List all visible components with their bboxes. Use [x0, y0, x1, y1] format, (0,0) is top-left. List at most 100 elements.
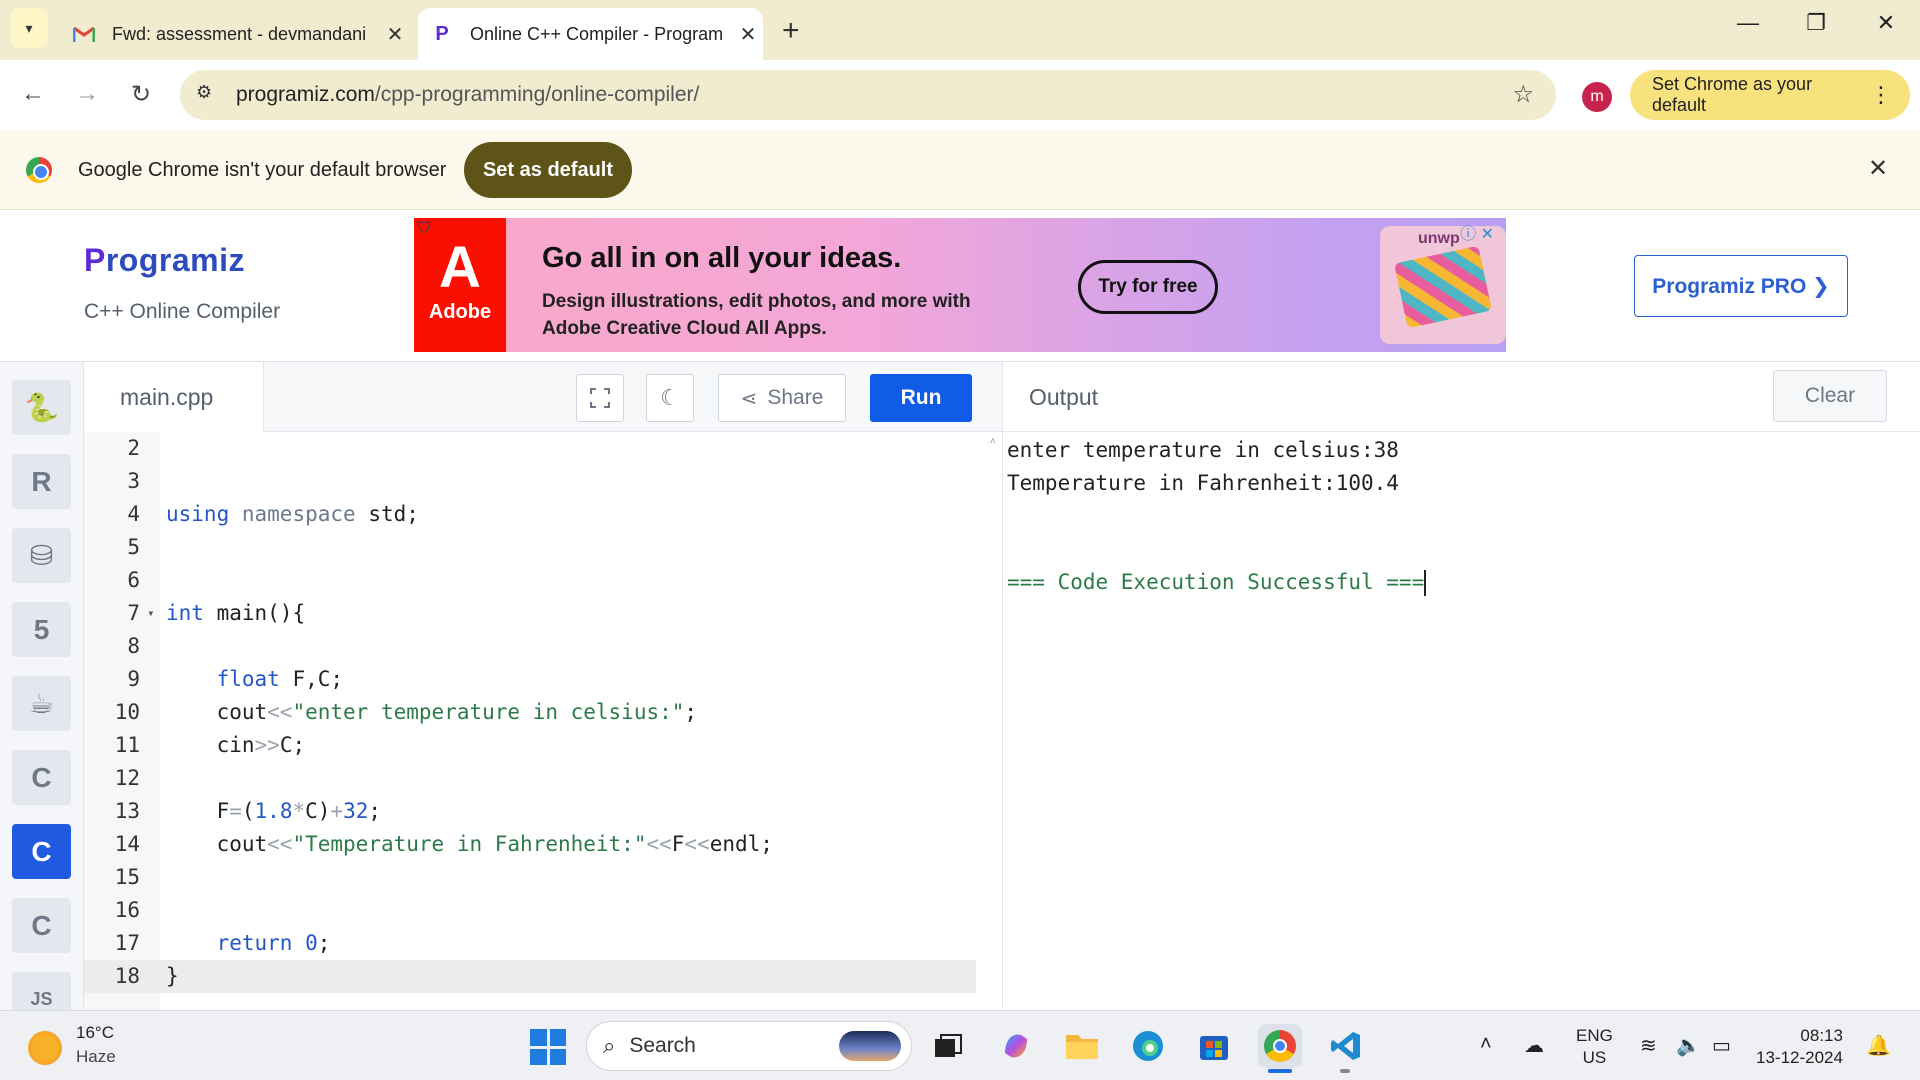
taskbar-search[interactable]: ⌕ Search [586, 1021, 912, 1071]
system-clock[interactable]: 08:13 13-12-2024 [1756, 1025, 1843, 1069]
clock-date: 13-12-2024 [1756, 1048, 1843, 1067]
sql-icon: ⛁ [29, 540, 54, 571]
line-number: 5 [127, 535, 140, 559]
forward-icon[interactable]: → [72, 80, 102, 108]
sidebar-language-html5[interactable]: 5 [12, 602, 71, 657]
code-line[interactable]: 2 [84, 432, 1002, 465]
vscode-icon[interactable] [1324, 1024, 1368, 1068]
close-icon[interactable]: ✕ [1868, 154, 1888, 183]
sidebar-language-python[interactable]: 🐍 [12, 380, 71, 435]
code-line[interactable]: 5 [84, 531, 1002, 564]
code-line[interactable]: 17 return 0; [84, 927, 1002, 960]
line-number: 7 [127, 601, 140, 625]
file-tab-label: main.cpp [120, 383, 214, 410]
tab-programiz[interactable]: P Online C++ Compiler - Program ✕ [418, 8, 763, 60]
menu-kebab-icon[interactable]: ⋮ [1870, 82, 1892, 108]
restore-icon[interactable]: ❐ [1796, 10, 1836, 36]
volume-icon[interactable]: 🔈 [1676, 1033, 1701, 1058]
weather-sun-icon[interactable] [28, 1031, 62, 1065]
close-window-icon[interactable]: ✕ [1866, 10, 1906, 36]
code-line[interactable]: 4 using namespace std; [84, 498, 1002, 531]
copilot-icon[interactable] [994, 1024, 1038, 1068]
set-as-default-button[interactable]: Set as default [464, 142, 632, 198]
chevron-up-icon[interactable]: ˄ [1480, 1033, 1492, 1056]
clear-button[interactable]: Clear [1773, 370, 1887, 422]
scroll-up-icon[interactable]: ˄ [990, 436, 996, 447]
sidebar-language-java[interactable]: ☕ [12, 676, 71, 731]
input-language[interactable]: ENG US [1576, 1025, 1613, 1069]
programiz-logo[interactable]: Programiz [84, 242, 245, 279]
battery-icon[interactable]: ▭ [1712, 1033, 1731, 1058]
close-tab-icon[interactable]: ✕ [733, 22, 763, 47]
programiz-pro-button[interactable]: Programiz PRO ❯ [1634, 255, 1848, 317]
code-text: float F,C; [216, 667, 344, 691]
onedrive-icon[interactable]: ☁ [1524, 1033, 1544, 1058]
sidebar-language-c[interactable]: C [12, 750, 71, 805]
task-view-icon[interactable] [926, 1024, 970, 1068]
weather-temperature[interactable]: 16°C [76, 1023, 114, 1043]
weather-description[interactable]: Haze [76, 1047, 116, 1067]
code-line[interactable]: 9 float F,C; [84, 663, 1002, 696]
fullscreen-button[interactable] [576, 374, 624, 422]
default-browser-infobar: Google Chrome isn't your default browser… [0, 130, 1920, 210]
line-number: 4 [127, 502, 140, 526]
windows-taskbar: 16°C Haze ⌕ Search ˄ ☁ ENG US ≋ 🔈 ▭ 08:1… [0, 1010, 1920, 1080]
code-line[interactable]: 14 cout<<"Temperature in Fahrenheit:"<<F… [84, 828, 1002, 861]
code-line[interactable]: 8 [84, 630, 1002, 663]
fold-arrow-icon[interactable]: ▾ [140, 597, 154, 630]
code-line[interactable]: 13 F=(1.8*C)+32; [84, 795, 1002, 828]
dark-mode-button[interactable]: ☾ [646, 374, 694, 422]
code-line[interactable]: 10 cout<<"enter temperature in celsius:"… [84, 696, 1002, 729]
fullscreen-icon [590, 388, 610, 408]
sidebar-language-csharp[interactable]: C [12, 898, 71, 953]
wifi-icon[interactable]: ≋ [1640, 1033, 1657, 1058]
ad-cta-button[interactable]: Try for free [1078, 260, 1218, 314]
chrome-taskbar-icon[interactable] [1258, 1024, 1302, 1068]
url-domain: programiz.com [236, 83, 375, 106]
line-number: 3 [127, 469, 140, 493]
microsoft-store-icon[interactable] [1192, 1024, 1236, 1068]
sidebar-language-r[interactable]: R [12, 454, 71, 509]
advertisement-banner[interactable]: A Adobe ⛉ Go all in on all your ideas. D… [414, 218, 1506, 352]
code-line[interactable]: 16 [84, 894, 1002, 927]
html5-icon: 5 [33, 613, 50, 645]
tab-gmail[interactable]: Fwd: assessment - devmandani ✕ [60, 8, 410, 60]
set-chrome-default-button[interactable]: Set Chrome as your default ⋮ [1630, 70, 1910, 120]
code-line[interactable]: 6 [84, 564, 1002, 597]
bookmark-star-icon[interactable]: ☆ [1512, 80, 1534, 109]
file-tab[interactable]: main.cpp [84, 362, 264, 432]
share-button[interactable]: ⋖ Share [718, 374, 846, 422]
vscode-running-indicator [1340, 1069, 1350, 1073]
execution-status: === Code Execution Successful === [1007, 570, 1427, 596]
editor-toolbar: main.cpp ☾ ⋖ Share Run [84, 362, 1002, 432]
windows-start-icon[interactable] [530, 1029, 566, 1065]
site-header: Programiz C++ Online Compiler A Adobe ⛉ … [0, 210, 1920, 362]
code-line[interactable]: 3 [84, 465, 1002, 498]
notification-bell-icon[interactable]: 🔔 [1866, 1033, 1891, 1058]
reload-icon[interactable]: ↻ [126, 80, 156, 109]
code-line[interactable]: 11 cin>>C; [84, 729, 1002, 762]
code-line[interactable]: 7 ▾ int main(){ [84, 597, 1002, 630]
edge-icon[interactable] [1126, 1024, 1170, 1068]
profile-avatar[interactable]: m [1582, 82, 1612, 112]
site-info-icon[interactable]: ⚙ [196, 82, 212, 103]
minimize-icon[interactable]: — [1728, 10, 1768, 36]
sidebar-language-sql[interactable]: ⛁ [12, 528, 71, 583]
output-console[interactable]: enter temperature in celsius:38 Temperatu… [1003, 432, 1920, 1010]
sidebar-language-cpp[interactable]: C [12, 824, 71, 879]
logo-initial: P [84, 242, 106, 278]
file-explorer-icon[interactable] [1060, 1024, 1104, 1068]
code-editor[interactable]: 2 3 4 using namespace std; 5 6 7 ▾ int main(){8… [84, 432, 1002, 1010]
sidebar-language-js[interactable]: JS [12, 972, 71, 1010]
tab-search-button[interactable]: ▾ [10, 8, 48, 48]
address-bar[interactable]: ⚙ programiz.com/cpp-programming/online-c… [180, 70, 1556, 120]
ad-info-close-icon[interactable]: ⓘ ✕ [1460, 220, 1494, 244]
infobar-message: Google Chrome isn't your default browser [78, 159, 447, 181]
code-line[interactable]: 18} [84, 960, 976, 993]
code-line[interactable]: 15 [84, 861, 1002, 894]
code-line[interactable]: 12 [84, 762, 1002, 795]
back-icon[interactable]: ← [18, 80, 48, 108]
close-tab-icon[interactable]: ✕ [380, 22, 410, 47]
run-button[interactable]: Run [870, 374, 972, 422]
new-tab-button[interactable]: + [782, 14, 800, 48]
